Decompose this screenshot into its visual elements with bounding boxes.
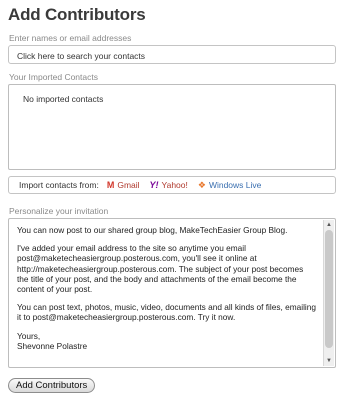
search-field[interactable] [8,45,336,65]
import-contacts-label: Import contacts from: [19,180,99,190]
gmail-icon: M [106,180,115,190]
imported-contacts-label: Your Imported Contacts [9,72,98,82]
no-imported-contacts-text: No imported contacts [23,94,104,104]
page-title: Add Contributors [8,5,146,24]
imported-contacts-list[interactable]: No imported contacts [8,84,336,170]
import-gmail-link[interactable]: M Gmail [107,180,140,190]
windows-live-label: Windows Live [208,180,262,190]
invitation-paragraph: You can post text, photos, music, video,… [17,302,317,323]
yahoo-icon: Y! [149,180,159,190]
search-label: Enter names or email addresses [9,33,132,43]
scroll-up-arrow-icon[interactable]: ▲ [325,221,333,229]
add-contributors-button[interactable]: Add Contributors [8,378,96,393]
personalize-invitation-label: Personalize your invitation [9,206,109,216]
import-yahoo-link[interactable]: Y! Yahoo! [150,180,188,190]
invitation-scrollbar[interactable]: ▲ ▼ [323,220,334,366]
gmail-label: Gmail [117,180,140,190]
search-input[interactable] [9,47,335,65]
yahoo-label: Yahoo! [161,180,188,190]
invitation-text: You can now post to our shared group blo… [17,225,317,351]
invitation-closing: Yours, [17,330,41,341]
scroll-down-arrow-icon[interactable]: ▼ [325,357,333,365]
import-windows-live-link[interactable]: ❖ Windows Live [198,180,262,191]
windows-live-icon: ❖ [197,179,206,190]
invitation-paragraph: You can now post to our shared group blo… [17,225,288,235]
scroll-thumb[interactable] [325,230,333,348]
invitation-signature: Shevonne Polastre [17,340,88,351]
import-contacts-bar: Import contacts from: M Gmail Y! Yahoo! … [8,176,336,194]
invitation-paragraph: I've added your email address to the sit… [17,243,304,295]
invitation-textarea[interactable]: You can now post to our shared group blo… [8,218,336,368]
